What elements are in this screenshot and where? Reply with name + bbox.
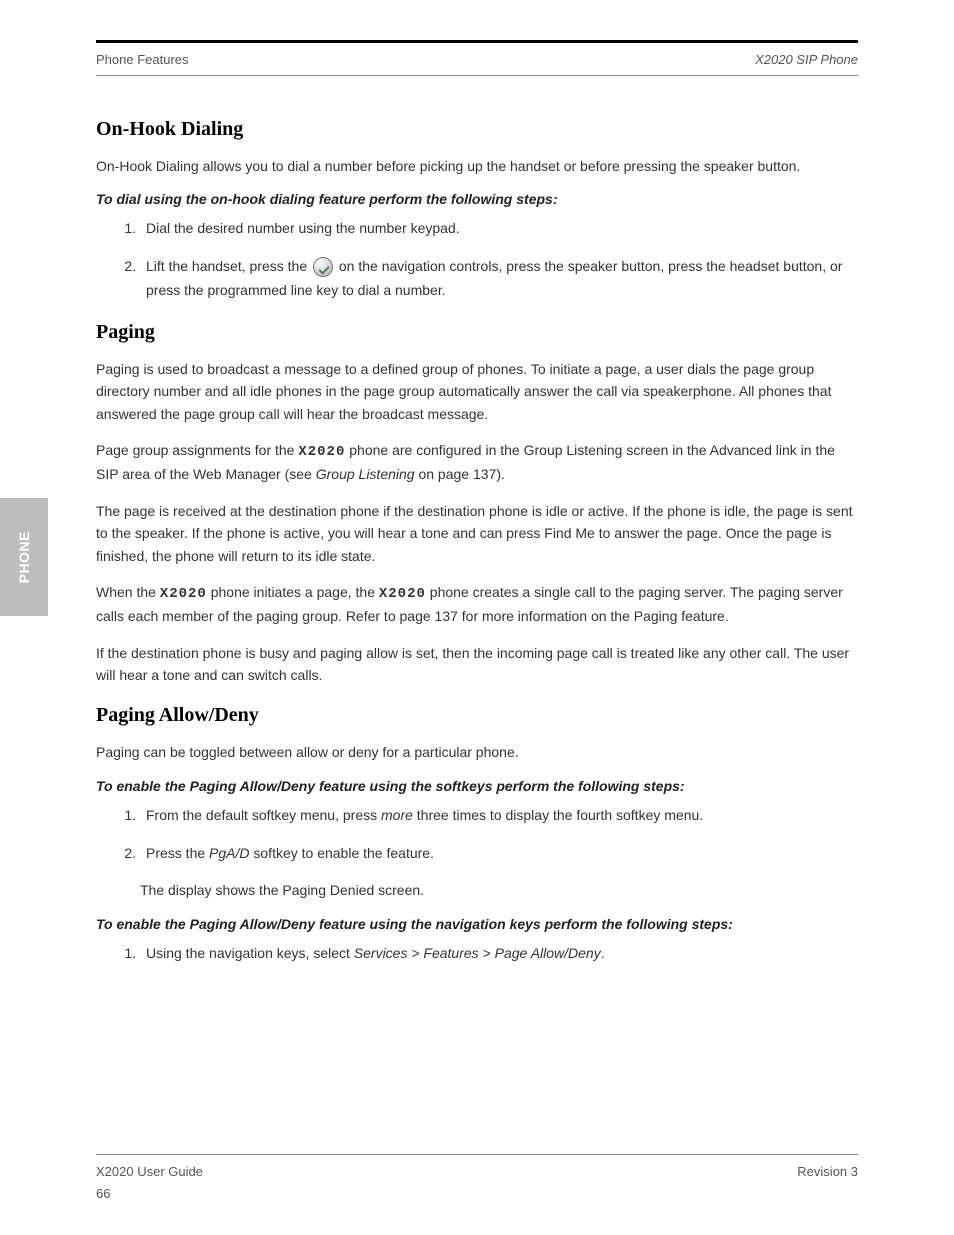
ok-icon — [313, 257, 333, 277]
pad-result: The display shows the Paging Denied scre… — [140, 879, 858, 901]
footer-rule — [96, 1154, 858, 1155]
side-tab: PHONE — [0, 498, 48, 616]
on-hook-proc: To dial using the on-hook dialing featur… — [96, 191, 858, 207]
on-hook-step2: Lift the handset, press the on the navig… — [140, 255, 858, 303]
pad-intro: Paging can be toggled between allow or d… — [96, 741, 858, 763]
pad-proc1: To enable the Paging Allow/Deny feature … — [96, 778, 858, 794]
top-rule — [96, 40, 858, 43]
footer-right: Revision 3 — [797, 1164, 858, 1179]
header-left: Phone Features — [96, 52, 189, 67]
side-tab-label: PHONE — [16, 531, 32, 583]
paging-p3: The page is received at the destination … — [96, 500, 858, 567]
paging-p1: Paging is used to broadcast a message to… — [96, 358, 858, 425]
paging-p2: Page group assignments for the X2020 pho… — [96, 439, 858, 486]
paging-p5: If the destination phone is busy and pag… — [96, 642, 858, 687]
thin-rule — [96, 75, 858, 76]
header-right: X2020 SIP Phone — [755, 52, 858, 67]
pad-step2: Press the PgA/D softkey to enable the fe… — [140, 842, 858, 866]
pad-step1: From the default softkey menu, press mor… — [140, 804, 858, 828]
pad-step-nav: Using the navigation keys, select Servic… — [140, 942, 858, 966]
footer-left2: X2020 User Guide — [96, 1164, 203, 1179]
section-on-hook: On-Hook Dialing — [96, 118, 858, 141]
section-paging: Paging — [96, 321, 858, 344]
on-hook-intro: On-Hook Dialing allows you to dial a num… — [96, 155, 858, 177]
section-paging-allow-deny: Paging Allow/Deny — [96, 704, 858, 727]
on-hook-step1: Dial the desired number using the number… — [140, 217, 858, 241]
pad-proc2: To enable the Paging Allow/Deny feature … — [96, 916, 858, 932]
page-number: 66 — [96, 1186, 110, 1201]
paging-p4: When the X2020 phone initiates a page, t… — [96, 581, 858, 628]
